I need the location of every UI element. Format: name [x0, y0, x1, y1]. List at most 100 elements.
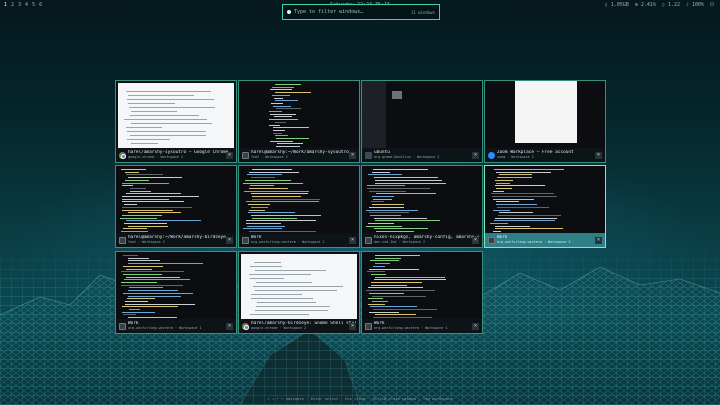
thumbnail-line — [492, 196, 557, 197]
status-tray: ▯ 1.05GB ⊕ 2.41% ▯ 1.22 ♪ 100% ⏻ — [605, 0, 714, 11]
thumbnail-line — [250, 278, 285, 279]
window-filter-search[interactable]: 11 windows — [282, 4, 440, 20]
window-preview-card[interactable]: harel@amarshy:~/Work/amarshy-sysoutro foo… — [238, 80, 360, 163]
thumbnail-line — [271, 86, 295, 88]
close-window-button[interactable]: × — [472, 323, 479, 330]
thumbnail-line — [368, 206, 404, 208]
thumbnail-line — [248, 274, 312, 275]
thumbnail-line — [368, 303, 385, 305]
window-app-id: org.gnome.Nautilus — [374, 155, 411, 159]
thumbnail-line — [252, 169, 293, 170]
window-info-bar: Work org.wezfurlong.wezterm · Workspace 1 — [116, 319, 236, 333]
workspace-button[interactable]: 2 — [11, 0, 14, 11]
thumbnail-line — [375, 220, 441, 222]
window-app-id: org.wezfurlong.wezterm — [128, 326, 173, 330]
window-preview-card[interactable]: harel@amarshy:~/Work/amarshy-birdseye foo… — [115, 165, 237, 248]
close-window-button[interactable]: × — [595, 237, 602, 244]
close-window-button[interactable]: × — [349, 323, 356, 330]
thumbnail-line — [121, 311, 155, 313]
window-preview-card[interactable]: nixos-nixpkgs, amarshy-config, amarshy-s… — [361, 165, 483, 248]
keyboard-hint: ↑ ↓ ← → navigate · Enter select · Esc cl… — [267, 396, 453, 401]
thumbnail-line — [374, 263, 390, 265]
thumbnail-line — [245, 220, 316, 222]
close-window-button[interactable]: × — [349, 152, 356, 159]
window-preview-card[interactable]: Work org.wezfurlong.wezterm · Workspace 2… — [238, 165, 360, 248]
thumbnail-line — [251, 294, 302, 295]
workspace-button[interactable]: 5 — [32, 0, 35, 11]
thumbnail-line — [495, 217, 558, 219]
status-indicator[interactable]: ⏻ — [710, 0, 714, 11]
thumbnail-line — [129, 309, 140, 310]
window-thumbnail — [362, 166, 482, 235]
thumbnail-line — [370, 306, 417, 308]
thumbnail-line — [127, 139, 170, 140]
thumbnail-line — [495, 204, 537, 206]
chrome-icon — [119, 152, 126, 159]
thumbnail-line — [274, 92, 311, 94]
thumbnail-line — [125, 276, 180, 278]
thumbnail-line — [126, 220, 202, 222]
thumbnail-line — [246, 201, 319, 203]
close-window-button[interactable]: × — [595, 152, 602, 159]
thumbnail-line — [366, 271, 386, 273]
workspace-button[interactable]: 6 — [39, 0, 42, 11]
status-indicator[interactable]: ▯ 1.05GB — [605, 0, 629, 11]
thumbnail-line — [244, 179, 291, 181]
status-indicator[interactable]: ♪ 100% — [686, 0, 704, 11]
workspace-button[interactable]: 1 — [4, 0, 7, 11]
thumbnail-line — [249, 185, 274, 187]
terminal-icon — [488, 237, 495, 244]
window-thumbnail — [485, 81, 605, 150]
close-window-button[interactable]: × — [226, 152, 233, 159]
close-window-button[interactable]: × — [472, 152, 479, 159]
thumbnail-line — [125, 171, 139, 173]
workspace-button[interactable]: 3 — [18, 0, 21, 11]
thumbnail-line — [120, 284, 184, 286]
window-app-id: org.wezfurlong.wezterm — [497, 240, 542, 244]
status-indicator[interactable]: ▯ 1.22 — [662, 0, 680, 11]
thumbnail-line — [368, 190, 407, 192]
window-preview-card[interactable]: harel/amarshy-sysoutro — Google Chrome go… — [115, 80, 237, 163]
thumbnail-line — [122, 228, 148, 230]
thumbnail-line — [372, 295, 427, 297]
close-window-button[interactable]: × — [472, 237, 479, 244]
thumbnail-line — [370, 273, 386, 275]
thumbnail-line — [269, 140, 294, 142]
window-meta: dev.zed.Zed · Workspace 2 — [374, 240, 479, 245]
thumbnail-line — [250, 298, 314, 299]
thumbnail-line — [366, 290, 435, 292]
window-preview-card[interactable]: ubuntu org.gnome.Nautilus · Workspace 2 × — [361, 80, 483, 163]
thumbnail-line — [373, 279, 447, 281]
thumbnail-line — [372, 196, 394, 197]
window-preview-card[interactable]: Zoom Workplace — Free account zoom · Work… — [484, 80, 606, 163]
thumbnail-line — [497, 177, 532, 179]
thumbnail-line — [274, 100, 298, 102]
window-preview-card[interactable]: Work org.wezfurlong.wezterm · Workspace 1… — [115, 251, 237, 334]
close-window-button[interactable]: × — [226, 237, 233, 244]
thumbnail-line — [128, 225, 168, 227]
thumbnail-line — [128, 103, 175, 104]
close-window-button[interactable]: × — [226, 323, 233, 330]
status-indicator[interactable]: ⊕ 2.41% — [635, 0, 656, 11]
thumbnail-line — [374, 314, 417, 316]
thumbnail-line — [122, 206, 193, 208]
thumbnail-line — [256, 306, 330, 307]
wireframe-terrain — [0, 240, 720, 405]
window-preview-card[interactable]: Work org.wezfurlong.wezterm · Workspace 2… — [484, 165, 606, 248]
window-thumbnail — [239, 252, 359, 321]
window-app-id: google-chrome — [251, 326, 278, 330]
window-meta: google-chrome · Workspace 2 — [128, 155, 233, 160]
thumbnail-line — [373, 217, 428, 219]
search-input[interactable] — [294, 9, 408, 15]
close-window-button[interactable]: × — [349, 237, 356, 244]
thumbnail-line — [490, 193, 555, 195]
thumbnail-line — [274, 121, 287, 123]
thumbnail-line — [372, 265, 386, 267]
thumbnail-line — [270, 102, 283, 104]
window-preview-card[interactable]: Work org.wezfurlong.wezterm · Workspace 1… — [361, 251, 483, 334]
thumbnail-line — [128, 260, 160, 262]
workspace-button[interactable]: 4 — [25, 0, 28, 11]
window-preview-card[interactable]: harel/amarshy-birdseye: Gnome Shell styl… — [238, 251, 360, 334]
thumbnail-line — [252, 198, 321, 200]
thumbnail-line — [256, 302, 317, 303]
